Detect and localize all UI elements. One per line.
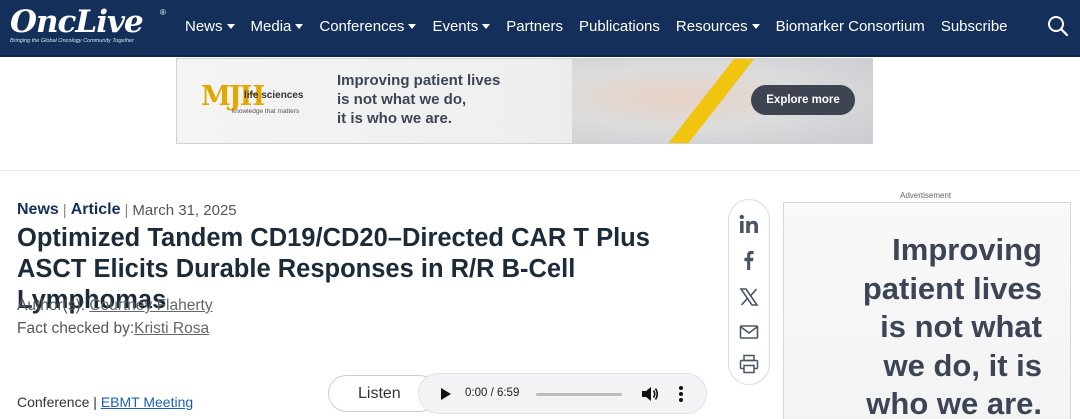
caret-down-icon [751,23,760,29]
caret-down-icon [408,23,417,29]
nav-item-news[interactable]: News [185,18,235,35]
author-link[interactable]: Courtney Flaherty [89,297,212,314]
audio-player: 0:00 / 6:59 [418,373,707,414]
nav-item-label: Publications [579,17,660,35]
nav-item-media[interactable]: Media [251,18,304,35]
play-icon[interactable] [441,388,451,400]
nav-item-resources[interactable]: Resources [676,18,760,35]
mjh-logo-subtitle: knowledge that matters [232,108,300,115]
onclive-logo[interactable]: OncLive ® Bringing the Global Oncology C… [10,4,170,48]
x-icon[interactable] [739,287,759,307]
fact-check-row: Fact checked by:Kristi Rosa [17,320,209,338]
advertisement-label: Advertisement [900,191,952,200]
side-ad-line: Improving [892,232,1042,267]
meta-separator: | [124,201,129,219]
logo-wordmark: OncLive [10,4,144,40]
conference-row: Conference | EBMT Meeting [17,394,193,410]
nav-item-publications[interactable]: Publications [579,18,660,35]
article-type-link[interactable]: Article [71,201,121,219]
nav-item-label: News [185,17,223,35]
nav-item-conferences[interactable]: Conferences [319,17,417,35]
caret-down-icon [226,23,235,29]
nav-item-label: Events [432,17,479,35]
top-navigation-bar: OncLive ® Bringing the Global Oncology C… [0,0,1080,57]
nav-item-label: Partners [506,17,563,35]
conference-label: Conference [17,394,90,410]
banner-advertisement[interactable]: MJH life sciences knowledge that matters… [176,58,873,144]
side-ad-line: who we are. [866,386,1042,419]
fact-check-label: Fact checked by: [17,320,135,337]
logo-tagline: Bringing the Global Oncology Community T… [10,38,134,44]
nav-item-events[interactable]: Events [432,17,491,35]
side-ad-headline: Improving patient lives is not what we d… [863,231,1042,419]
audio-progress-track[interactable] [536,393,622,396]
side-ad-line: patient lives [862,270,1042,306]
category-link[interactable]: News [17,201,59,219]
side-advertisement[interactable]: Improving patient lives is not what we d… [783,202,1071,419]
logo-registered-mark: ® [160,8,166,17]
nav-item-label: Subscribe [940,17,1008,35]
banner-headline-line: it is who we are. [337,110,453,127]
dot [679,398,683,402]
dot [679,386,683,390]
nav-item-label: Conferences [319,17,405,35]
nav-item-subscribe[interactable]: Subscribe [941,18,1008,35]
fact-checker-link[interactable]: Kristi Rosa [134,320,209,337]
caret-down-icon [295,23,304,29]
linkedin-icon[interactable] [739,214,759,234]
nav-item-label: Resources [675,17,748,35]
dot [679,392,683,396]
banner-headline-line: is not what we do, [337,91,467,108]
main-nav: News Media Conferences Events Partners P… [185,0,1024,52]
author-label: Author(s): [17,297,86,314]
section-divider [0,170,1080,171]
side-ad-line: is not what [880,309,1042,344]
share-bar [728,199,770,385]
mjh-logo-name: life sciences [244,90,304,101]
conference-separator: | [93,394,97,410]
conference-link[interactable]: EBMT Meeting [101,394,193,410]
volume-icon[interactable] [641,386,659,402]
nav-item-label: Biomarker Consortium [775,17,925,35]
author-row: Author(s): Courtney Flaherty [17,297,213,315]
facebook-icon[interactable] [739,250,759,270]
nav-item-label: Media [250,17,292,35]
audio-time: 0:00 / 6:59 [465,387,520,399]
explore-more-button[interactable]: Explore more [751,85,855,115]
nav-item-partners[interactable]: Partners [506,18,563,35]
banner-headline-line: Improving patient lives [337,72,501,89]
caret-down-icon [482,23,491,29]
banner-headline: Improving patient lives is not what we d… [337,71,500,128]
email-icon[interactable] [739,322,759,342]
publish-date: March 31, 2025 [132,201,237,219]
article-meta: News | Article | March 31, 2025 [17,201,237,219]
search-icon[interactable] [1046,14,1070,38]
nav-item-biomarker-consortium[interactable]: Biomarker Consortium [776,18,925,35]
print-icon[interactable] [739,354,759,374]
meta-separator: | [62,201,67,219]
more-options-icon[interactable] [677,385,685,403]
side-ad-line: we do, it is [883,347,1042,383]
listen-label: Listen [358,384,401,402]
